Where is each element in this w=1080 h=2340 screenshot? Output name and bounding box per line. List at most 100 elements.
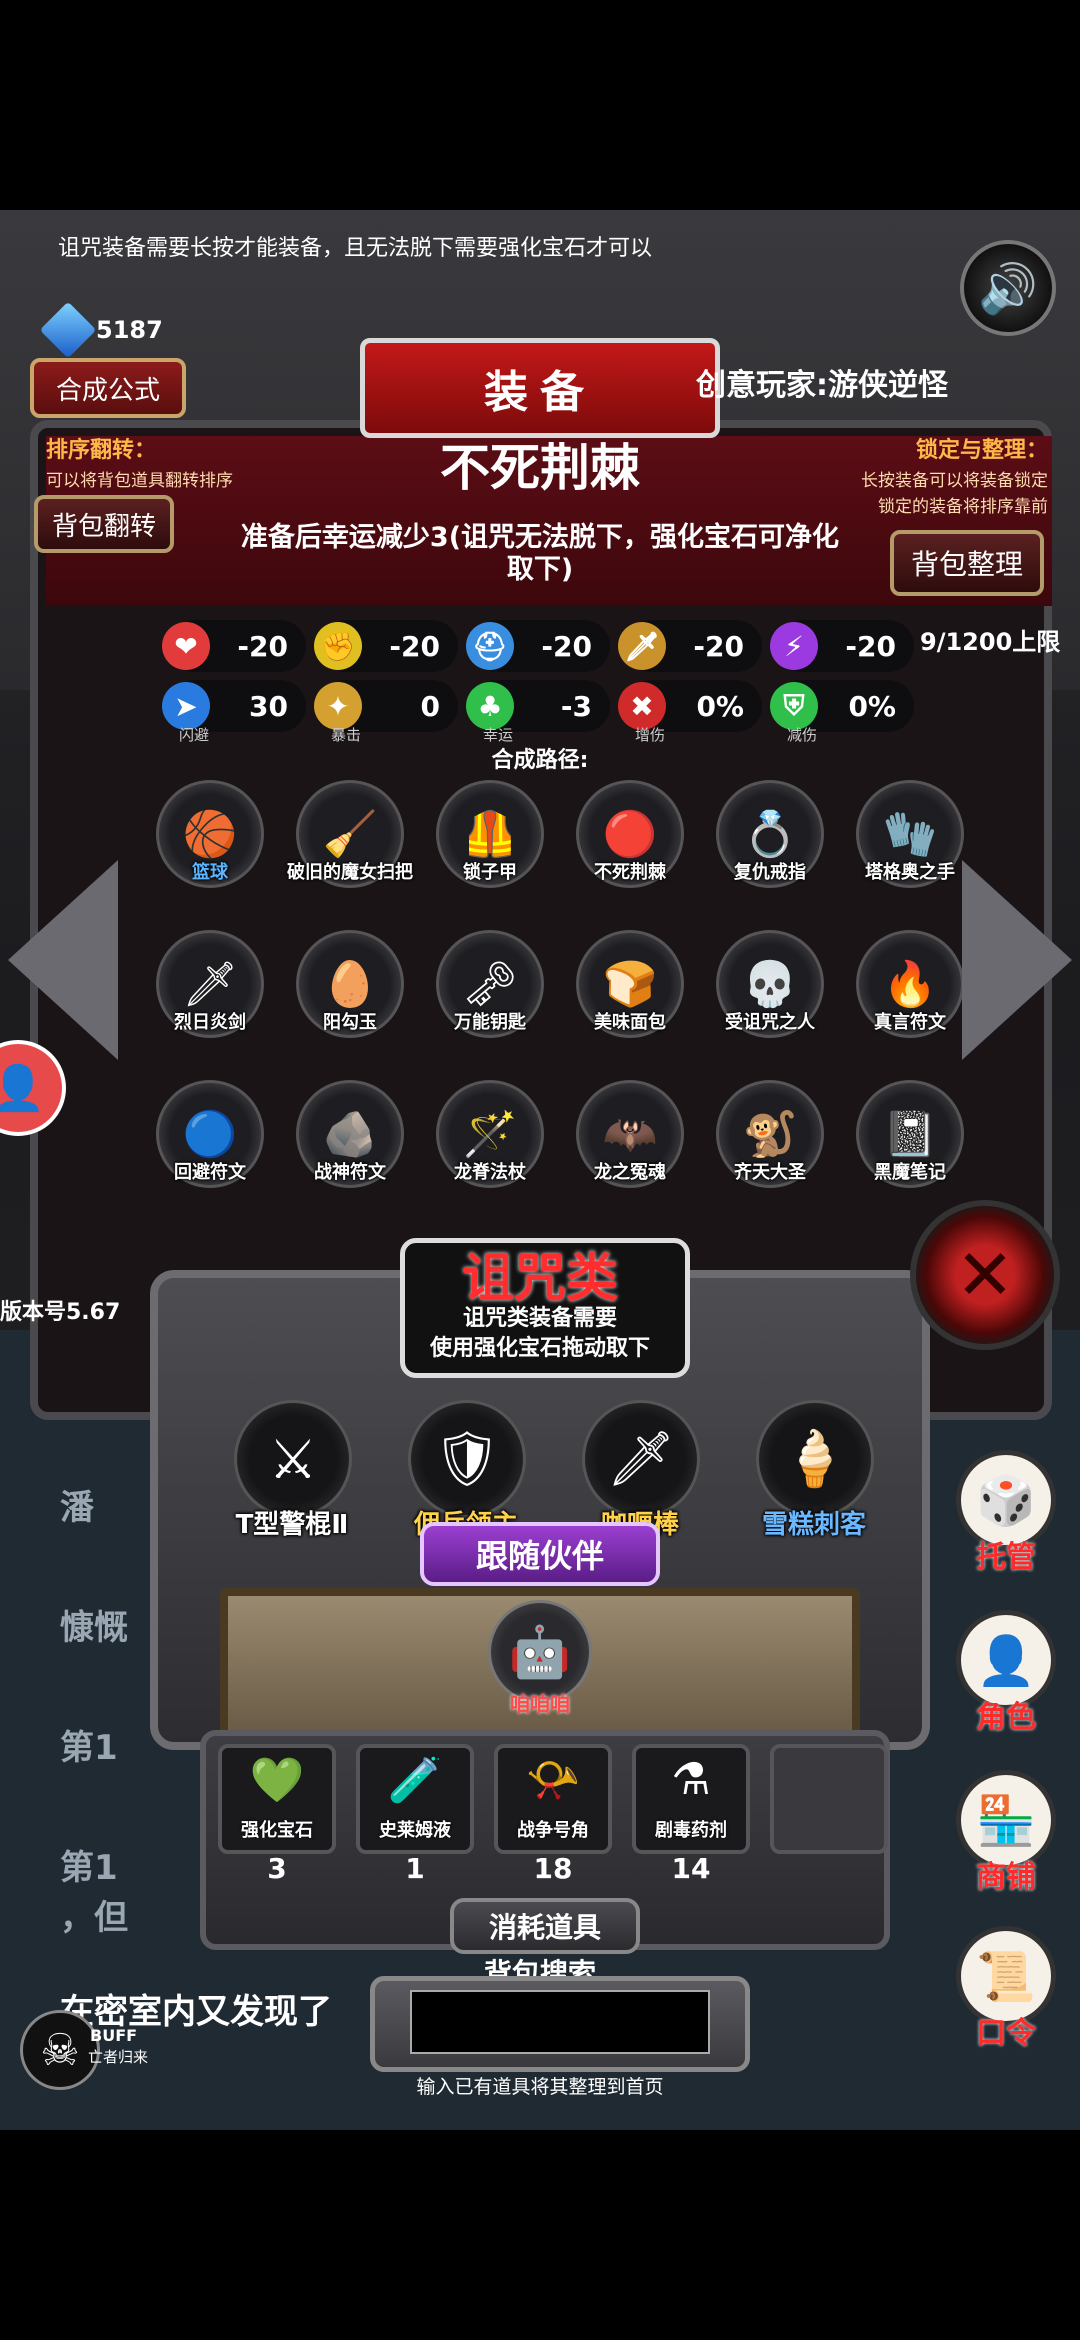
item-description: 准备后幸运减少3(诅咒无法脱下，强化宝石可净化取下) — [240, 522, 840, 585]
side-button-label: 托管 — [976, 1540, 1036, 1575]
lightning-icon: ⚡ — [770, 622, 818, 670]
recipe-item[interactable]: 🪨 战神符文 — [280, 1080, 420, 1196]
consumable-slot[interactable]: 📯 战争号角 18 — [494, 1744, 612, 1885]
curse-desc-line: 使用强化宝石拖动取下 — [429, 1336, 650, 1361]
consumable-slot-empty[interactable] — [770, 1744, 888, 1884]
gem-icon — [39, 301, 97, 359]
recipe-item[interactable]: 🧹 破旧的魔女扫把 — [280, 780, 420, 896]
side-button-dice[interactable]: 🎲 托管 — [946, 1450, 1066, 1580]
consumable-name: 剧毒药剂 — [655, 1820, 727, 1841]
recipe-item[interactable]: 🔴 不死荆棘 — [560, 780, 700, 896]
recipe-item[interactable]: 🔵 回避符文 — [140, 1080, 280, 1196]
recipe-item[interactable]: 🪄 龙脊法杖 — [420, 1080, 560, 1196]
recipe-item-name: 龙之冤魂 — [594, 1162, 666, 1183]
side-button-label: 商铺 — [976, 1860, 1036, 1895]
consumables-tab[interactable]: 消耗道具 — [450, 1898, 640, 1954]
recipe-item-name: 受诅咒之人 — [725, 1012, 815, 1033]
consumable-slot[interactable]: ⚗ 剧毒药剂 14 — [632, 1744, 750, 1885]
stats-row-primary: ❤ -20 ✊ -20 ⛑ -20 🗡 -20 ⚡ -20 — [162, 620, 914, 672]
stat-badge: ➤ 30 闪避 — [162, 680, 306, 744]
bag-capacity: 9/1200上限 — [920, 628, 1061, 656]
recipe-item-name: 烈日炎剑 — [174, 1012, 246, 1033]
consumable-slot[interactable]: 🧪 史莱姆液 1 — [356, 1744, 474, 1885]
prev-page-arrow[interactable] — [8, 860, 118, 1060]
recipe-item-name: 齐天大圣 — [734, 1162, 806, 1183]
consumable-slot[interactable]: 💚 强化宝石 3 — [218, 1744, 336, 1885]
sound-toggle-button[interactable]: 🔊 — [960, 240, 1056, 336]
recipe-item[interactable]: 💍 复仇戒指 — [700, 780, 840, 896]
curse-notice: 诅咒装备需要长按才能装备，且无法脱下需要强化宝石才可以 — [58, 236, 653, 261]
dodge-icon: ➤ — [162, 682, 210, 730]
story-text: 潘 — [60, 1488, 94, 1528]
stat-value: -20 — [389, 629, 440, 663]
formula-button[interactable]: 合成公式 — [30, 358, 186, 418]
stat-value: 30 — [249, 689, 288, 723]
curse-item[interactable]: 🍦 雪糕刺客 — [744, 1400, 884, 1550]
curse-item[interactable]: ⚔ T型警棍Ⅱ — [222, 1400, 362, 1550]
stat-value: 0% — [848, 689, 896, 723]
companion-name: 咱咱咱 — [510, 1692, 570, 1716]
consumable-count: 14 — [671, 1852, 711, 1885]
stats-row-secondary: ➤ 30 闪避 ✦ 0 暴击 ♣ -3 幸运 ✖ 0% 增伤 ⛨ 0% 减伤 — [162, 680, 914, 744]
story-text: ，但 — [60, 1898, 128, 1938]
next-page-arrow[interactable] — [962, 860, 1072, 1060]
recipe-item[interactable]: 🦺 锁子甲 — [420, 780, 560, 896]
damage-up-icon: ✖ — [618, 682, 666, 730]
stat-badge: ⚡ -20 — [770, 620, 914, 672]
side-button-scroll[interactable]: 📜 口令 — [946, 1926, 1066, 2056]
recipe-item[interactable]: 🧤 塔格奥之手 — [840, 780, 980, 896]
recipe-item-name: 龙脊法杖 — [454, 1162, 526, 1183]
bag-flip-button[interactable]: 背包翻转 — [34, 495, 174, 553]
sword-icon: 🗡 — [618, 622, 666, 670]
recipe-item[interactable]: 📓 黑魔笔记 — [840, 1080, 980, 1196]
stat-value: -20 — [541, 629, 592, 663]
recipe-item-name: 万能钥匙 — [454, 1012, 526, 1033]
recipe-item[interactable]: 🔥 真言符文 — [840, 930, 980, 1046]
stat-badge: ✊ -20 — [314, 620, 458, 672]
item-name: 不死荆棘 — [440, 439, 640, 497]
recipe-item[interactable]: 🗡 烈日炎剑 — [140, 930, 280, 1046]
recipe-item[interactable]: 🦇 龙之冤魂 — [560, 1080, 700, 1196]
stat-badge: ✖ 0% 增伤 — [618, 680, 762, 744]
stat-value: -20 — [237, 629, 288, 663]
bag-tidy-button[interactable]: 背包整理 — [890, 530, 1044, 596]
side-button-shop[interactable]: 🏪 商铺 — [946, 1770, 1066, 1900]
consumable-name: 战争号角 — [517, 1820, 589, 1841]
stat-value: -20 — [845, 629, 896, 663]
recipe-item-name: 阳勾玉 — [323, 1012, 377, 1033]
recipe-item[interactable]: 🥚 阳勾玉 — [280, 930, 420, 1046]
story-text: 慷慨 — [60, 1608, 128, 1648]
recipe-item[interactable]: 🗝 万能钥匙 — [420, 930, 560, 1046]
recipe-item[interactable]: 🏀 篮球 — [140, 780, 280, 896]
empty-slot — [770, 1744, 888, 1854]
recipe-item-name: 战神符文 — [314, 1162, 386, 1183]
consumable-name: 强化宝石 — [241, 1820, 313, 1841]
recipe-item[interactable]: 💀 受诅咒之人 — [700, 930, 840, 1046]
bag-search-input[interactable] — [410, 1990, 710, 2054]
stat-value: -20 — [693, 629, 744, 663]
recipe-grid: 🏀 篮球 🧹 破旧的魔女扫把 🦺 锁子甲 🔴 不死荆棘 💍 复仇戒指 🧤 塔格奥之手 🗡 烈日炎剑 🥚 阳勾玉… — [140, 780, 980, 1196]
gem-counter: 5187 — [39, 301, 163, 359]
companion-tab[interactable]: 跟随伙伴 — [420, 1522, 660, 1586]
recipe-item-name: 篮球 — [192, 862, 228, 883]
stat-badge: ⛑ -20 — [466, 620, 610, 672]
recipe-item[interactable]: 🐒 齐天大圣 — [700, 1080, 840, 1196]
consumables-list: 💚 强化宝石 3 🧪 史莱姆液 1 📯 战争号角 18 ⚗ 剧毒药剂 14 — [218, 1744, 888, 1885]
gem-count: 5187 — [96, 316, 163, 344]
stat-badge: ❤ -20 — [162, 620, 306, 672]
stat-value: -3 — [560, 689, 592, 723]
user-icon: 👤 — [0, 1063, 46, 1114]
excalibur-icon: 🗡 — [582, 1400, 700, 1518]
mercenary-icon: 🛡 — [408, 1400, 526, 1518]
curse-desc-line: 诅咒类装备需要 — [462, 1306, 617, 1331]
game-screen: 魔晶 潘 慷慨 第1 第1 ，但 诅咒装备需要长按才能装备，且无法脱下需要强化宝… — [0, 210, 1080, 2130]
recipe-item[interactable]: 🍞 美味面包 — [560, 930, 700, 1046]
curse-title: 诅咒类 — [461, 1249, 618, 1309]
companion-slot[interactable]: 🤖 咱咱咱 — [488, 1600, 592, 1720]
shield-icon: ⛨ — [770, 682, 818, 730]
side-button-hood[interactable]: 👤 角色 — [946, 1610, 1066, 1740]
curse-description: 诅咒类装备需要 使用强化宝石拖动取下 — [0, 1304, 1080, 1364]
recipe-item-name: 破旧的魔女扫把 — [287, 862, 413, 883]
stat-value: 0 — [420, 689, 440, 723]
icecream-icon: 🍦 — [756, 1400, 874, 1518]
